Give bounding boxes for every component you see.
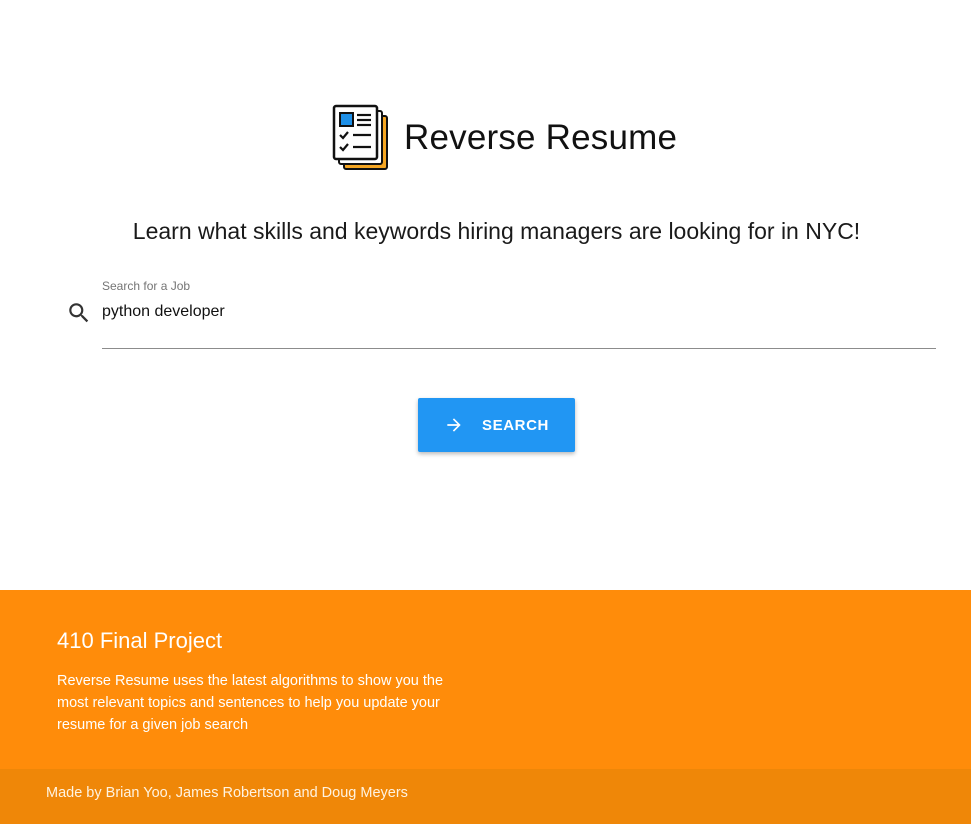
search-field-label: Search for a Job xyxy=(102,279,191,293)
footer: 410 Final Project Reverse Resume uses th… xyxy=(0,590,971,824)
footer-bottom-bar: Made by Brian Yoo, James Robertson and D… xyxy=(0,769,971,824)
app-title: Reverse Resume xyxy=(404,118,678,157)
footer-credits: Made by Brian Yoo, James Robertson and D… xyxy=(46,785,408,801)
search-button-label: SEARCH xyxy=(482,416,549,434)
search-button[interactable]: SEARCH xyxy=(418,398,575,452)
resume-document-icon xyxy=(332,104,388,170)
main-content: Reverse Resume Learn what skills and key… xyxy=(0,0,971,590)
job-search-field: Search for a Job xyxy=(102,278,936,350)
footer-title: 410 Final Project xyxy=(57,628,223,653)
search-input-underline xyxy=(102,348,936,349)
arrow-right-icon xyxy=(447,418,461,432)
search-input[interactable] xyxy=(102,300,936,324)
brand-header: Reverse Resume xyxy=(332,104,677,172)
footer-description: Reverse Resume uses the latest algorithm… xyxy=(57,673,444,733)
search-icon xyxy=(69,303,89,323)
tagline: Learn what skills and keywords hiring ma… xyxy=(132,218,861,244)
